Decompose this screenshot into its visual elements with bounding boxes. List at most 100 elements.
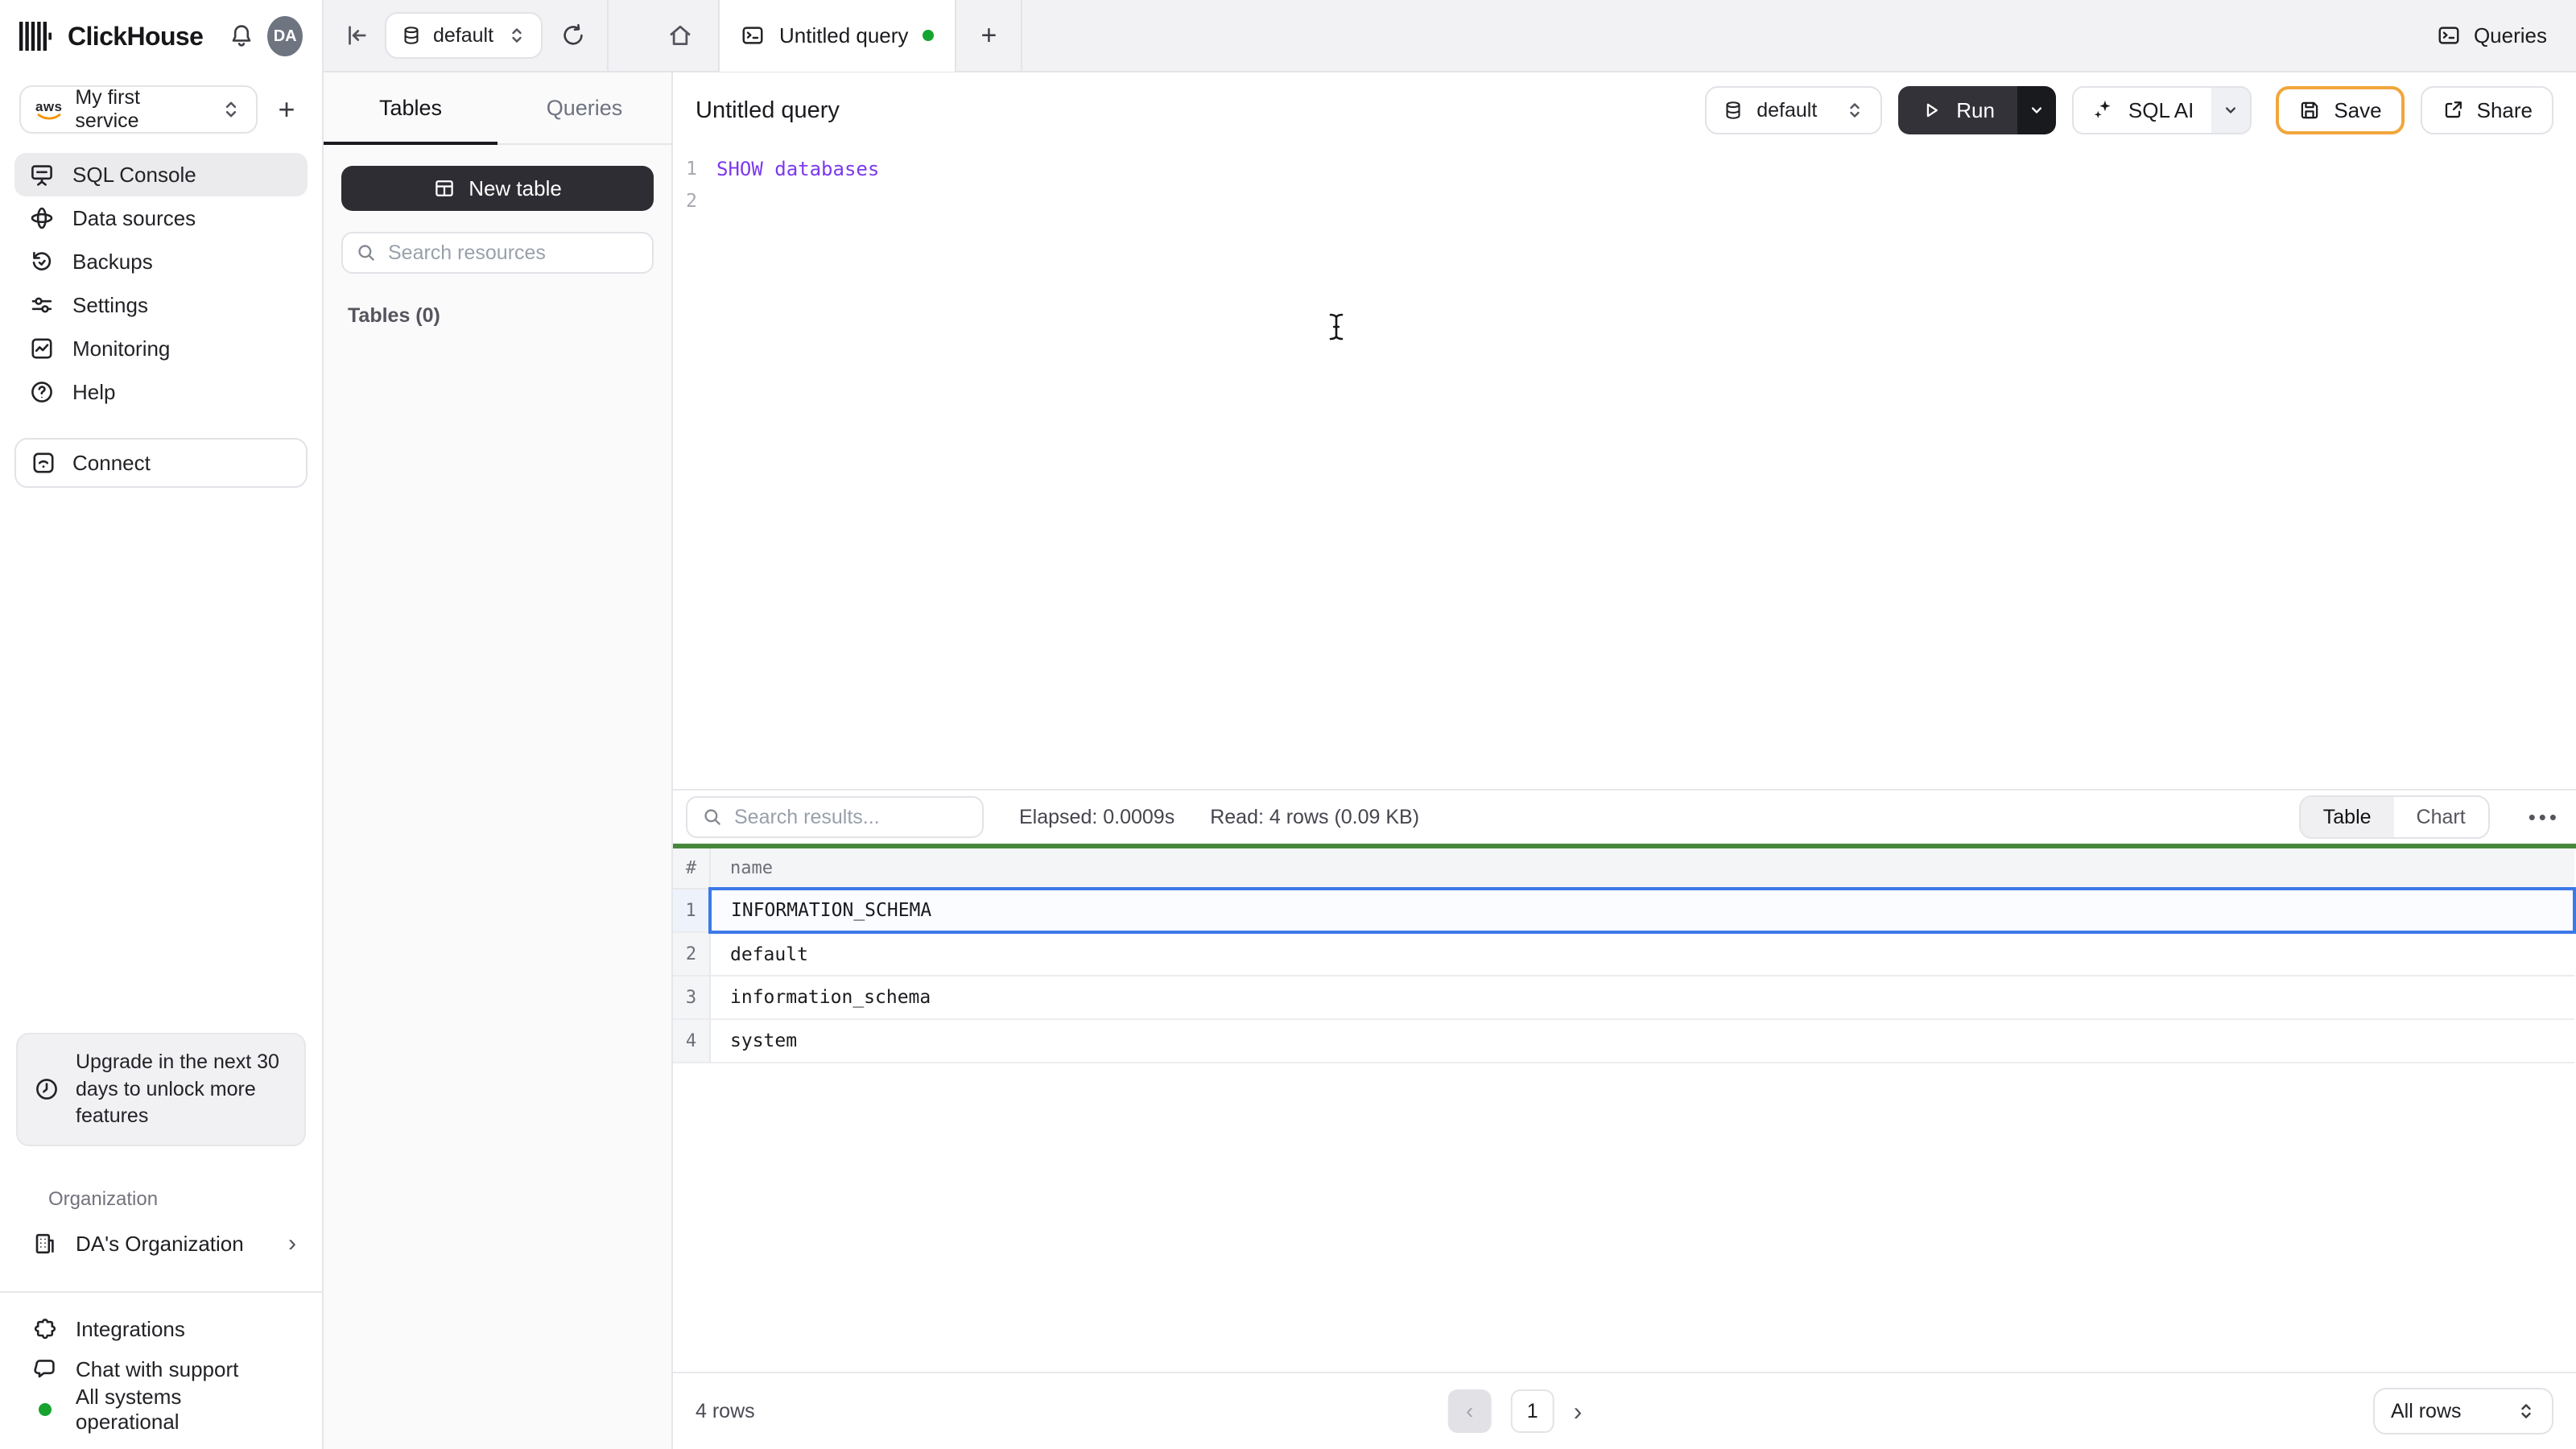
share-button[interactable]: Share (2420, 86, 2553, 134)
tab-tables[interactable]: Tables (324, 72, 497, 145)
tab-untitled-query[interactable]: Untitled query (718, 0, 957, 72)
strip-separator (607, 0, 609, 71)
resource-search[interactable] (341, 232, 654, 274)
code-line: 2 (673, 185, 2576, 217)
strip-separator (1021, 0, 1023, 71)
new-table-button[interactable]: New table (341, 166, 654, 211)
results-bottom-bar: 4 rows ‹ 1 › All rows (673, 1372, 2576, 1449)
chevron-updown-icon (225, 101, 237, 118)
sidebar-item-integrations[interactable]: Integrations (0, 1309, 322, 1349)
table-cell[interactable]: INFORMATION_SCHEMA (708, 887, 2576, 934)
sidebar-item-chat-support[interactable]: Chat with support (0, 1349, 322, 1389)
results-search[interactable] (686, 796, 984, 838)
chat-support-label: Chat with support (76, 1356, 239, 1381)
upgrade-notice[interactable]: Upgrade in the next 30 days to unlock mo… (16, 1032, 306, 1146)
run-options-caret[interactable] (2017, 86, 2056, 134)
system-status-row[interactable]: All systems operational (0, 1385, 322, 1434)
row-number: 3 (673, 976, 711, 1020)
chevron-updown-icon (512, 28, 522, 43)
clock-icon (34, 1076, 60, 1102)
table-cell[interactable]: default (710, 932, 2574, 976)
sidebar: ClickHouse DA aws My first service + SQL… (0, 0, 324, 1449)
table-cell[interactable]: information_schema (710, 976, 2574, 1020)
queries-link[interactable]: Queries (2437, 23, 2547, 48)
sidebar-item-monitoring[interactable]: Monitoring (14, 327, 308, 370)
search-icon (702, 807, 723, 828)
settings-sliders-icon (29, 292, 55, 318)
line-number: 1 (686, 159, 697, 180)
sql-ai-button[interactable]: SQL AI (2071, 86, 2252, 134)
toggle-chart[interactable]: Chart (2394, 797, 2488, 837)
table-grid-icon (433, 177, 456, 200)
sidebar-item-backups[interactable]: Backups (14, 240, 308, 283)
sidebar-item-help[interactable]: Help (14, 370, 308, 414)
row-number: 1 (673, 889, 711, 933)
chevron-updown-icon (2521, 1404, 2531, 1418)
database-icon (401, 25, 422, 46)
integrations-label: Integrations (76, 1316, 185, 1341)
name-column-header[interactable]: name (710, 848, 2574, 890)
save-floppy-icon (2298, 99, 2321, 122)
page-size-selector[interactable]: All rows (2373, 1388, 2553, 1435)
help-icon (29, 379, 55, 405)
table-cell[interactable]: system (710, 1019, 2574, 1063)
editor-database-selector[interactable]: default (1705, 86, 1883, 134)
strip-database-label: default (433, 23, 494, 47)
service-selector[interactable]: aws My first service (19, 85, 258, 134)
table-row: 3 information_schema (673, 976, 2574, 1020)
connect-icon (31, 450, 56, 476)
results-more-icon[interactable]: ••• (2529, 805, 2560, 830)
run-button[interactable]: Run (1898, 86, 2056, 134)
pagination: ‹ 1 › (1447, 1389, 1583, 1433)
app-root: ClickHouse DA aws My first service + SQL… (0, 0, 2576, 1449)
read-label: Read: 4 rows (0.09 KB) (1210, 805, 1420, 828)
sidebar-nav: SQL Console Data sources Backups Setting… (0, 137, 322, 414)
notifications-bell-icon[interactable] (229, 23, 254, 49)
sql-ai-label: SQL AI (2128, 97, 2194, 122)
play-icon (1921, 100, 1942, 121)
collapse-sidebar-icon[interactable] (343, 22, 370, 49)
new-tab-button[interactable]: + (956, 20, 1021, 52)
sql-console-icon (29, 162, 55, 188)
service-name: My first service (75, 86, 140, 132)
sidebar-item-label: Monitoring (72, 336, 171, 361)
tab-label: Untitled query (779, 23, 909, 47)
user-avatar[interactable]: DA (267, 16, 303, 56)
home-icon[interactable] (667, 22, 694, 49)
sidebar-item-settings[interactable]: Settings (14, 283, 308, 327)
strip-database-selector[interactable]: default (385, 12, 543, 59)
row-number: 4 (673, 1019, 711, 1063)
chevron-right-icon: › (288, 1230, 296, 1257)
data-sources-icon (29, 205, 55, 231)
page-size-label: All rows (2391, 1399, 2462, 1422)
resource-search-input[interactable] (388, 241, 639, 265)
line-number: 2 (686, 191, 697, 212)
tab-queries[interactable]: Queries (497, 72, 671, 143)
toggle-table[interactable]: Table (2300, 797, 2394, 837)
next-page-icon[interactable]: › (1574, 1397, 1583, 1426)
sidebar-item-label: Backups (72, 249, 153, 274)
page-number-button[interactable]: 1 (1510, 1389, 1554, 1433)
row-count-label: 4 rows (696, 1399, 755, 1422)
sidebar-item-data-sources[interactable]: Data sources (14, 196, 308, 240)
connect-button[interactable]: Connect (14, 438, 308, 488)
previous-page-icon[interactable]: ‹ (1447, 1389, 1492, 1433)
text-cursor-icon (1327, 312, 1346, 347)
sidebar-item-label: Settings (72, 292, 148, 317)
save-button[interactable]: Save (2276, 86, 2405, 134)
sql-ai-caret[interactable] (2211, 88, 2251, 133)
sidebar-item-sql-console[interactable]: SQL Console (14, 153, 308, 196)
add-service-button[interactable]: + (264, 93, 309, 126)
backups-icon (29, 249, 55, 275)
results-search-input[interactable] (734, 805, 968, 829)
refresh-icon[interactable] (560, 23, 586, 48)
sql-editor[interactable]: 1 SHOW databases 2 (673, 148, 2576, 789)
table-row: 1 INFORMATION_SCHEMA (673, 887, 2576, 934)
sidebar-item-label: SQL Console (72, 162, 196, 187)
upgrade-text: Upgrade in the next 30 days to unlock mo… (76, 1050, 279, 1128)
organization-row[interactable]: DA's Organization › (0, 1222, 322, 1265)
sidebar-divider (0, 1291, 322, 1293)
monitoring-icon (29, 336, 55, 361)
workspace: Untitled query default Run SQL AI Save S… (673, 72, 2576, 1449)
view-toggle: Table Chart (2298, 795, 2490, 839)
